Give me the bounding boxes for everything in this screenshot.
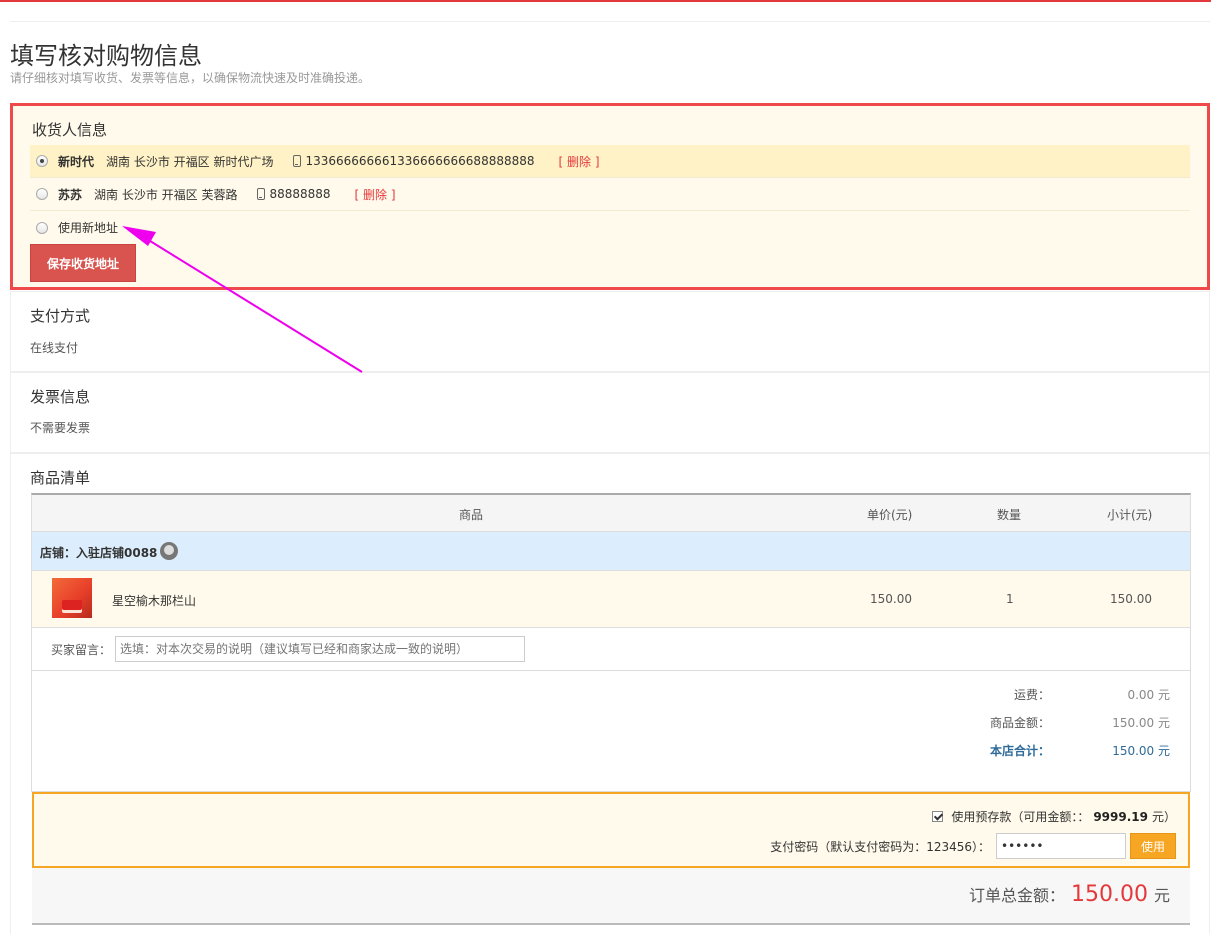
store-total-value: 150.00 元 (1112, 744, 1170, 758)
payment-method: 在线支付 (30, 341, 79, 355)
address-text: 湖南 长沙市 开福区 芙蓉路 (94, 187, 238, 202)
store-total-line: 本店合计： 150.00 元 (870, 742, 1170, 762)
customer-service-icon[interactable] (160, 542, 178, 560)
col-price: 单价(元) (867, 508, 913, 522)
product-price: 150.00 (870, 592, 912, 606)
invoice-value: 不需要发票 (30, 421, 91, 435)
address-name: 苏苏 (58, 187, 83, 202)
goods-section: 商品清单 商品 单价(元) 数量 小计(元) 店铺：入驻店铺0088 星空榆木那… (10, 453, 1210, 934)
top-separator (10, 21, 1210, 22)
order-total-label: 订单总金额： (968, 886, 1065, 905)
payment-title: 支付方式 (30, 307, 91, 325)
address-item[interactable]: 新时代 湖南 长沙市 开福区 新时代广场 1336666666613366666… (30, 145, 1190, 178)
buyer-message-label: 买家留言： (51, 643, 112, 657)
goods-amount-line: 商品金额： 150.00 元 (870, 714, 1170, 734)
delete-address-link[interactable]: [ 删除 ] (355, 186, 396, 203)
invoice-section: 发票信息 不需要发票 (10, 372, 1210, 453)
deposit-use-line: 使用预存款（可用金额：： 9999.19 元） (932, 808, 1176, 825)
goods-amount-label: 商品金额： (989, 716, 1050, 730)
goods-title: 商品清单 (30, 469, 91, 487)
phone-icon (257, 188, 266, 200)
use-deposit-checkbox[interactable] (932, 811, 944, 822)
deposit-use-label: 使用预存款（可用金额：： (951, 810, 1090, 824)
new-address-radio[interactable] (36, 221, 48, 234)
address-name: 新时代 (58, 154, 95, 169)
delete-address-link[interactable]: [ 删除 ] (559, 153, 600, 170)
table-row: 星空榆木那栏山 150.00 1 150.00 (32, 571, 1190, 628)
product-qty: 1 (1006, 592, 1014, 606)
shipping-label: 运费： (1013, 688, 1050, 702)
address-phone: 133666666661336666666688888888 (305, 154, 535, 168)
goods-table: 商品 单价(元) 数量 小计(元) 店铺：入驻店铺0088 星空榆木那栏山 15… (31, 493, 1191, 792)
invoice-title: 发票信息 (30, 388, 91, 406)
buyer-message-input[interactable] (115, 636, 525, 662)
page-title: 填写核对购物信息 (10, 42, 202, 70)
deposit-panel: 使用预存款（可用金额：： 9999.19 元） 支付密码（默认支付密码为：123… (32, 792, 1190, 868)
order-total-value: 150.00 (1071, 882, 1148, 907)
address-item[interactable]: 苏苏 湖南 长沙市 开福区 芙蓉路 88888888 [ 删除 ] (30, 178, 1190, 211)
shipping-line: 运费： 0.00 元 (870, 686, 1170, 706)
deposit-password-line: 支付密码（默认支付密码为：123456）： 使用 (770, 833, 1176, 859)
store-total-label: 本店合计： (989, 744, 1050, 758)
col-subtotal: 小计(元) (1107, 508, 1153, 522)
consignee-section: 收货人信息 新时代 湖南 长沙市 开福区 新时代广场 1336666666613… (10, 103, 1210, 290)
deposit-balance-suffix: 元） (1151, 810, 1176, 824)
address-phone: 88888888 (269, 187, 331, 201)
address-text: 湖南 长沙市 开福区 新时代广场 (106, 154, 274, 169)
address-radio[interactable] (36, 188, 48, 200)
product-thumbnail[interactable] (52, 578, 92, 618)
new-address-option[interactable]: 使用新地址 (30, 211, 1190, 244)
save-address-button[interactable]: 保存收货地址 (30, 244, 136, 282)
col-goods: 商品 (459, 508, 484, 522)
order-total-unit: 元 (1153, 886, 1170, 905)
payment-password-input[interactable] (996, 833, 1126, 859)
top-accent-line (0, 0, 1211, 2)
new-address-label: 使用新地址 (58, 221, 119, 235)
product-name[interactable]: 星空榆木那栏山 (112, 592, 196, 609)
phone-icon (293, 155, 302, 167)
goods-amount-value: 150.00 元 (1112, 716, 1170, 730)
address-radio[interactable] (36, 155, 48, 167)
shipping-value: 0.00 元 (1127, 688, 1170, 702)
store-name: 店铺：入驻店铺0088 (40, 546, 158, 560)
payment-section: 支付方式 在线支付 (10, 291, 1210, 372)
product-subtotal: 150.00 (1110, 592, 1152, 606)
consignee-title: 收货人信息 (32, 121, 108, 139)
store-row: 店铺：入驻店铺0088 (32, 532, 1190, 571)
store-totals: 运费： 0.00 元 商品金额： 150.00 元 本店合计： 150.00 元 (32, 671, 1190, 791)
deposit-balance: 9999.19 (1093, 809, 1148, 824)
buyer-message-row: 买家留言： (32, 628, 1190, 671)
order-total-bar: 订单总金额： 150.00 元 (32, 868, 1190, 925)
col-qty: 数量 (997, 508, 1022, 522)
page-subtitle: 请仔细核对填写收货、发票等信息，以确保物流快速及时准确投递。 (10, 71, 371, 85)
use-deposit-button[interactable]: 使用 (1130, 833, 1176, 859)
table-header: 商品 单价(元) 数量 小计(元) (32, 495, 1190, 532)
password-label: 支付密码（默认支付密码为：123456）： (770, 839, 990, 854)
